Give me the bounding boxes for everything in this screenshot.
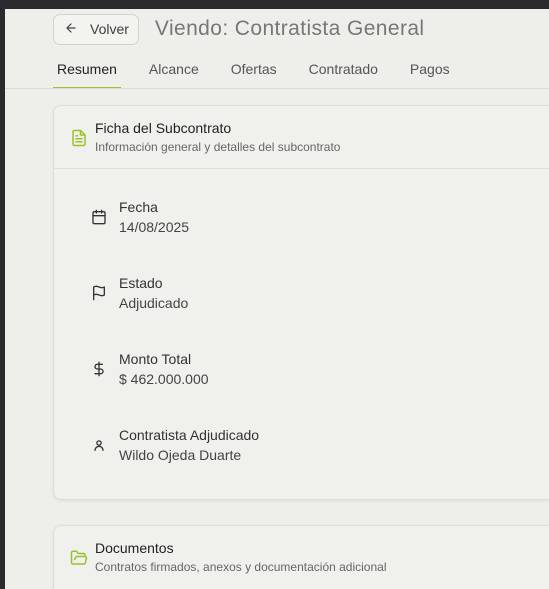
field-value: Adjudicado xyxy=(119,295,189,311)
documentos-subtitle: Contratos firmados, anexos y documentaci… xyxy=(95,560,387,574)
tab-contratado[interactable]: Contratado xyxy=(305,58,382,89)
ficha-card: Ficha del Subcontrato Información genera… xyxy=(53,105,549,500)
calendar-icon xyxy=(91,209,107,225)
field-estado: Estado Adjudicado xyxy=(91,274,188,312)
field-value: 14/08/2025 xyxy=(119,219,190,235)
tab-pagos[interactable]: Pagos xyxy=(406,58,454,89)
dollar-icon xyxy=(91,361,107,377)
back-button-label: Volver xyxy=(90,21,129,37)
window-top-edge xyxy=(0,0,549,9)
field-value: Wildo Ojeda Duarte xyxy=(119,447,242,463)
folder-open-icon xyxy=(70,549,88,567)
back-button[interactable]: Volver xyxy=(53,13,139,45)
tab-ofertas[interactable]: Ofertas xyxy=(227,58,281,89)
ficha-subtitle: Información general y detalles del subco… xyxy=(95,140,341,154)
tab-resumen[interactable]: Resumen xyxy=(53,58,121,89)
flag-icon xyxy=(91,285,107,301)
ficha-divider xyxy=(54,168,549,169)
field-label: Contratista Adjudicado xyxy=(119,427,260,443)
page-header: Volver Viendo: Contratista General xyxy=(53,13,425,45)
tab-alcance[interactable]: Alcance xyxy=(145,58,203,89)
field-label: Fecha xyxy=(119,199,158,215)
page-title: Viendo: Contratista General xyxy=(154,17,425,40)
field-contratista-adjudicado: Contratista Adjudicado Wildo Ojeda Duart… xyxy=(91,426,259,464)
field-fecha: Fecha 14/08/2025 xyxy=(91,198,189,236)
tab-bar: Resumen Alcance Ofertas Contratado Pagos xyxy=(53,58,478,89)
file-text-icon xyxy=(70,129,88,147)
user-icon xyxy=(91,437,107,453)
ficha-title: Ficha del Subcontrato xyxy=(95,120,232,136)
documentos-card: Documentos Contratos firmados, anexos y … xyxy=(53,525,549,589)
field-value: $ 462.000.000 xyxy=(119,371,209,387)
tab-divider xyxy=(5,88,549,89)
field-label: Monto Total xyxy=(119,351,192,367)
arrow-left-icon xyxy=(64,21,78,38)
field-label: Estado xyxy=(119,275,163,291)
ficha-card-header: Ficha del Subcontrato Información genera… xyxy=(54,106,549,168)
documentos-title: Documentos xyxy=(95,540,174,556)
field-monto-total: Monto Total $ 462.000.000 xyxy=(91,350,209,388)
documentos-card-header: Documentos Contratos firmados, anexos y … xyxy=(54,526,549,575)
